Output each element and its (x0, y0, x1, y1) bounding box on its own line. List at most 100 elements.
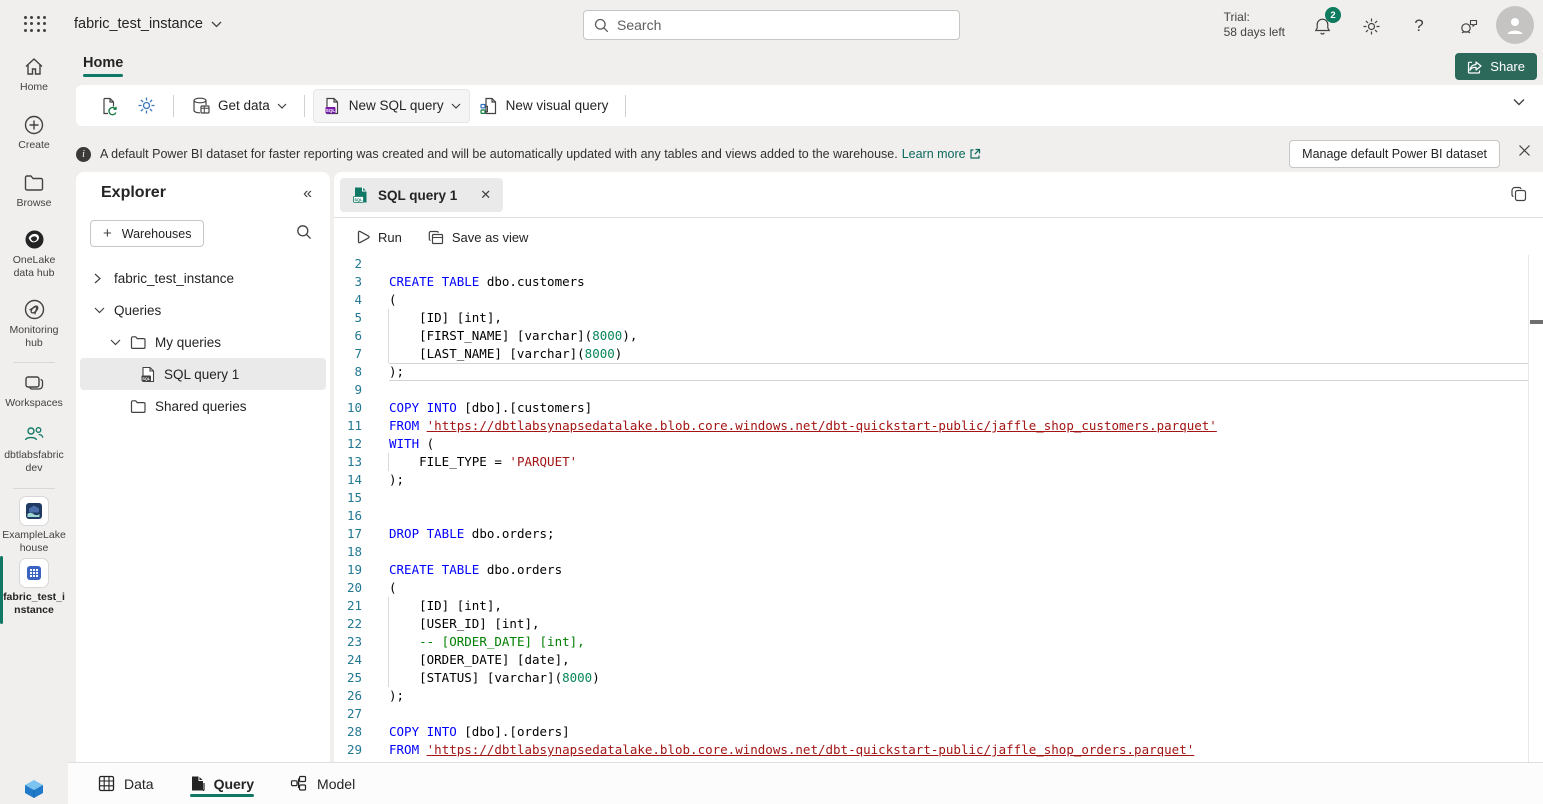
settings-button[interactable] (1360, 15, 1382, 37)
code-line[interactable]: 12WITH ( (334, 435, 1528, 453)
nav-monitoring-hub[interactable]: Monitoring hub (0, 298, 68, 350)
help-button[interactable]: ? (1408, 15, 1430, 37)
tree-queries-label: Queries (114, 303, 161, 318)
code-line[interactable]: 29FROM 'https://dbtlabsynapsedatalake.bl… (334, 741, 1528, 759)
account-avatar[interactable] (1496, 6, 1534, 44)
play-icon (356, 230, 370, 245)
ribbon-tab-home[interactable]: Home (83, 55, 123, 77)
app-launcher-icon[interactable] (22, 14, 48, 34)
code-line[interactable]: 3CREATE TABLE dbo.customers (334, 273, 1528, 291)
code-line[interactable]: 6 [FIRST_NAME] [varchar](8000), (334, 327, 1528, 345)
toolbar-divider (173, 95, 174, 117)
query-tab[interactable]: SQL SQL query 1 ✕ (340, 178, 503, 212)
tree-item-shared-queries[interactable]: Shared queries (76, 390, 330, 422)
new-sql-query-label: New SQL query (349, 98, 444, 113)
new-warehouse-button[interactable]: + Warehouses (90, 220, 204, 247)
new-visual-query-button[interactable]: New visual query (470, 89, 618, 123)
search-box[interactable] (583, 10, 960, 40)
notifications-button[interactable]: 2 (1311, 15, 1333, 37)
code-line[interactable]: 16 (334, 507, 1528, 525)
line-number: 29 (334, 741, 362, 759)
run-button[interactable]: Run (346, 225, 412, 250)
svg-text:SQL: SQL (142, 375, 151, 380)
workspace-switcher[interactable]: fabric_test_instance (74, 16, 222, 32)
warehouse-item-icon (19, 558, 49, 588)
code-line[interactable]: 28COPY INTO [dbo].[orders] (334, 723, 1528, 741)
warehouses-button-label: Warehouses (122, 227, 192, 241)
code-line[interactable]: 2 (334, 255, 1528, 273)
code-line[interactable]: 20( (334, 579, 1528, 597)
svg-text:SQL: SQL (326, 108, 336, 113)
new-sql-query-button[interactable]: SQL New SQL query (313, 89, 470, 123)
file-refresh-icon (99, 96, 119, 116)
code-line[interactable]: 9 (334, 381, 1528, 399)
share-button[interactable]: Share (1455, 53, 1537, 80)
get-data-button[interactable]: Get data (182, 89, 296, 123)
view-tab-model[interactable]: Model (290, 763, 355, 804)
line-number: 26 (334, 687, 362, 705)
code-line[interactable]: 22 [USER_ID] [int], (334, 615, 1528, 633)
nav-onelake-data-hub[interactable]: OneLake data hub (0, 228, 68, 280)
code-line[interactable]: 5 [ID] [int], (334, 309, 1528, 327)
view-tab-query[interactable]: Query (190, 763, 254, 804)
collapse-explorer-icon[interactable]: « (303, 185, 312, 203)
code-line[interactable]: 23 -- [ORDER_DATE] [int], (334, 633, 1528, 651)
view-tab-data[interactable]: Data (98, 763, 154, 804)
collapse-ribbon-button[interactable] (1513, 98, 1525, 106)
nav-browse[interactable]: Browse (0, 172, 68, 210)
left-navigation-rail: Home Create Browse OneLake data hub Moni… (0, 50, 68, 804)
code-line[interactable]: 17DROP TABLE dbo.orders; (334, 525, 1528, 543)
search-input[interactable] (617, 17, 949, 33)
code-line[interactable]: 14); (334, 471, 1528, 489)
person-icon (1504, 14, 1526, 36)
code-line[interactable]: 24 [ORDER_DATE] [date], (334, 651, 1528, 669)
editor-scrollbar[interactable] (1528, 255, 1543, 762)
refresh-source-button[interactable] (90, 89, 128, 123)
tree-item-sql-query-1[interactable]: SQL SQL query 1 (80, 358, 326, 390)
nav-workspace-dbtlabsfabricdev[interactable]: dbtlabsfabricdev (0, 424, 68, 475)
line-number: 11 (334, 417, 362, 435)
code-line[interactable]: 13 FILE_TYPE = 'PARQUET' (334, 453, 1528, 471)
copy-icon[interactable] (1510, 185, 1528, 203)
code-line[interactable]: 4( (334, 291, 1528, 309)
code-line[interactable]: 7 [LAST_NAME] [varchar](8000) (334, 345, 1528, 363)
code-line[interactable]: 27 (334, 705, 1528, 723)
code-line[interactable]: 10COPY INTO [dbo].[customers] (334, 399, 1528, 417)
code-line[interactable]: 11FROM 'https://dbtlabsynapsedatalake.bl… (334, 417, 1528, 435)
nav-workspaces[interactable]: Workspaces (0, 372, 68, 410)
tree-item-warehouse[interactable]: fabric_test_instance (76, 262, 330, 294)
nav-example-lakehouse[interactable]: ExampleLakehouse (0, 496, 68, 555)
code-lines[interactable]: 23CREATE TABLE dbo.customers4(5 [ID] [in… (334, 255, 1528, 762)
code-line[interactable]: 15 (334, 489, 1528, 507)
code-line[interactable]: 26); (334, 687, 1528, 705)
feedback-icon (1458, 17, 1479, 35)
explorer-search-icon[interactable] (296, 224, 312, 240)
code-line[interactable]: 8); (334, 363, 1528, 381)
code-line[interactable]: 21 [ID] [int], (334, 597, 1528, 615)
nav-data-warehouse[interactable]: Data Warehouse (0, 778, 68, 804)
close-tab-icon[interactable]: ✕ (480, 187, 491, 203)
trial-remaining: 58 days left (1224, 25, 1285, 40)
learn-more-link[interactable]: Learn more (902, 147, 981, 161)
line-number: 13 (334, 453, 362, 471)
nav-fabric-test-instance[interactable]: fabric_test_instance (0, 558, 68, 617)
line-content: CREATE TABLE dbo.orders (389, 561, 1528, 579)
onelake-icon (23, 228, 46, 251)
nav-create[interactable]: Create (0, 114, 68, 152)
tree-item-my-queries[interactable]: My queries (76, 326, 330, 358)
line-content: [ORDER_DATE] [date], (389, 651, 1528, 669)
code-line[interactable]: 18 (334, 543, 1528, 561)
tree-my-queries-label: My queries (155, 335, 221, 350)
banner-close-icon[interactable] (1518, 144, 1531, 157)
settings-toolbar-button[interactable] (128, 89, 165, 122)
feedback-button[interactable] (1457, 15, 1479, 37)
code-line[interactable]: 25 [STATUS] [varchar](8000) (334, 669, 1528, 687)
new-visual-query-label: New visual query (506, 98, 609, 113)
chevron-down-icon (451, 103, 461, 109)
tree-shared-queries-label: Shared queries (155, 399, 247, 414)
tree-item-queries[interactable]: Queries (76, 294, 330, 326)
nav-home[interactable]: Home (0, 56, 68, 94)
save-as-view-button[interactable]: Save as view (418, 225, 539, 250)
code-line[interactable]: 19CREATE TABLE dbo.orders (334, 561, 1528, 579)
manage-dataset-button[interactable]: Manage default Power BI dataset (1289, 140, 1500, 168)
